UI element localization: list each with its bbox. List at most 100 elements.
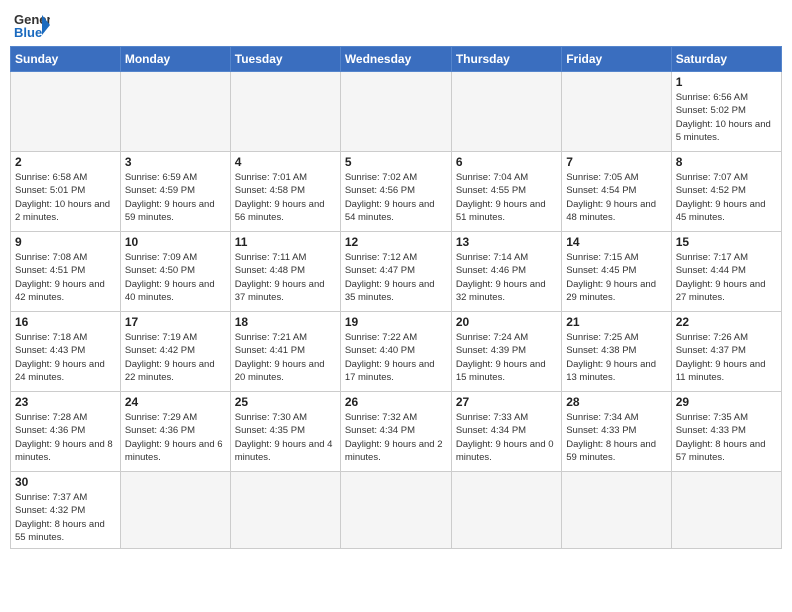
day-number: 18	[235, 315, 336, 329]
day-number: 30	[15, 475, 116, 489]
calendar-cell: 28 Sunrise: 7:34 AM Sunset: 4:33 PM Dayli…	[562, 392, 671, 472]
day-info: Sunrise: 7:08 AM Sunset: 4:51 PM Dayligh…	[15, 251, 116, 304]
page-header: General Blue	[10, 10, 782, 40]
calendar-cell	[562, 72, 671, 152]
calendar-week-1: 1 Sunrise: 6:56 AM Sunset: 5:02 PM Daylig…	[11, 72, 782, 152]
day-info: Sunrise: 7:34 AM Sunset: 4:33 PM Dayligh…	[566, 411, 666, 464]
calendar-cell: 9 Sunrise: 7:08 AM Sunset: 4:51 PM Daylig…	[11, 232, 121, 312]
calendar-cell: 13Sunrise: 7:14 AM Sunset: 4:46 PM Dayli…	[451, 232, 561, 312]
calendar-cell	[11, 72, 121, 152]
day-info: Sunrise: 7:07 AM Sunset: 4:52 PM Dayligh…	[676, 171, 777, 224]
calendar-cell	[340, 472, 451, 549]
calendar-week-6: 30 Sunrise: 7:37 AM Sunset: 4:32 PM Dayli…	[11, 472, 782, 549]
day-number: 22	[676, 315, 777, 329]
day-number: 29	[676, 395, 777, 409]
day-number: 11	[235, 235, 336, 249]
calendar-cell: 30 Sunrise: 7:37 AM Sunset: 4:32 PM Dayli…	[11, 472, 121, 549]
calendar-cell: 25 Sunrise: 7:30 AM Sunset: 4:35 PM Dayli…	[230, 392, 340, 472]
day-number: 4	[235, 155, 336, 169]
day-number: 24	[125, 395, 226, 409]
day-info: Sunrise: 7:04 AM Sunset: 4:55 PM Dayligh…	[456, 171, 557, 224]
calendar-cell: 5 Sunrise: 7:02 AM Sunset: 4:56 PM Daylig…	[340, 152, 451, 232]
day-number: 26	[345, 395, 447, 409]
day-number: 7	[566, 155, 666, 169]
day-info: Sunrise: 7:25 AM Sunset: 4:38 PM Dayligh…	[566, 331, 666, 384]
day-info: Sunrise: 7:22 AM Sunset: 4:40 PM Dayligh…	[345, 331, 447, 384]
calendar-cell	[120, 72, 230, 152]
day-info: Sunrise: 6:56 AM Sunset: 5:02 PM Dayligh…	[676, 91, 777, 144]
calendar-cell: 2Sunrise: 6:58 AM Sunset: 5:01 PM Daylig…	[11, 152, 121, 232]
day-info: Sunrise: 7:32 AM Sunset: 4:34 PM Dayligh…	[345, 411, 447, 464]
calendar-cell: 21Sunrise: 7:25 AM Sunset: 4:38 PM Dayli…	[562, 312, 671, 392]
calendar-cell: 24 Sunrise: 7:29 AM Sunset: 4:36 PM Dayli…	[120, 392, 230, 472]
weekday-header-saturday: Saturday	[671, 47, 781, 72]
day-info: Sunrise: 7:19 AM Sunset: 4:42 PM Dayligh…	[125, 331, 226, 384]
calendar-cell: 8 Sunrise: 7:07 AM Sunset: 4:52 PM Daylig…	[671, 152, 781, 232]
calendar-cell	[340, 72, 451, 152]
day-info: Sunrise: 7:35 AM Sunset: 4:33 PM Dayligh…	[676, 411, 777, 464]
calendar-cell: 14 Sunrise: 7:15 AM Sunset: 4:45 PM Dayli…	[562, 232, 671, 312]
day-number: 9	[15, 235, 116, 249]
day-number: 20	[456, 315, 557, 329]
day-info: Sunrise: 7:02 AM Sunset: 4:56 PM Dayligh…	[345, 171, 447, 224]
weekday-header-tuesday: Tuesday	[230, 47, 340, 72]
calendar-table: SundayMondayTuesdayWednesdayThursdayFrid…	[10, 46, 782, 549]
day-number: 5	[345, 155, 447, 169]
calendar-cell	[562, 472, 671, 549]
day-number: 25	[235, 395, 336, 409]
weekday-header-sunday: Sunday	[11, 47, 121, 72]
day-number: 19	[345, 315, 447, 329]
calendar-week-5: 23Sunrise: 7:28 AM Sunset: 4:36 PM Dayli…	[11, 392, 782, 472]
weekday-header-thursday: Thursday	[451, 47, 561, 72]
weekday-header-monday: Monday	[120, 47, 230, 72]
day-number: 14	[566, 235, 666, 249]
calendar-week-3: 9 Sunrise: 7:08 AM Sunset: 4:51 PM Daylig…	[11, 232, 782, 312]
day-number: 1	[676, 75, 777, 89]
calendar-week-2: 2Sunrise: 6:58 AM Sunset: 5:01 PM Daylig…	[11, 152, 782, 232]
day-info: Sunrise: 7:12 AM Sunset: 4:47 PM Dayligh…	[345, 251, 447, 304]
day-number: 8	[676, 155, 777, 169]
day-info: Sunrise: 7:11 AM Sunset: 4:48 PM Dayligh…	[235, 251, 336, 304]
calendar-cell	[671, 472, 781, 549]
calendar-cell: 23Sunrise: 7:28 AM Sunset: 4:36 PM Dayli…	[11, 392, 121, 472]
calendar-cell: 29 Sunrise: 7:35 AM Sunset: 4:33 PM Dayli…	[671, 392, 781, 472]
calendar-cell	[230, 472, 340, 549]
calendar-cell: 7 Sunrise: 7:05 AM Sunset: 4:54 PM Daylig…	[562, 152, 671, 232]
day-info: Sunrise: 7:01 AM Sunset: 4:58 PM Dayligh…	[235, 171, 336, 224]
calendar-cell: 16Sunrise: 7:18 AM Sunset: 4:43 PM Dayli…	[11, 312, 121, 392]
weekday-header-row: SundayMondayTuesdayWednesdayThursdayFrid…	[11, 47, 782, 72]
calendar-cell: 12Sunrise: 7:12 AM Sunset: 4:47 PM Dayli…	[340, 232, 451, 312]
day-info: Sunrise: 7:33 AM Sunset: 4:34 PM Dayligh…	[456, 411, 557, 464]
logo: General Blue	[14, 10, 50, 40]
day-info: Sunrise: 7:29 AM Sunset: 4:36 PM Dayligh…	[125, 411, 226, 464]
calendar-cell: 27 Sunrise: 7:33 AM Sunset: 4:34 PM Dayli…	[451, 392, 561, 472]
day-number: 15	[676, 235, 777, 249]
day-info: Sunrise: 7:30 AM Sunset: 4:35 PM Dayligh…	[235, 411, 336, 464]
day-number: 27	[456, 395, 557, 409]
day-number: 17	[125, 315, 226, 329]
day-info: Sunrise: 7:37 AM Sunset: 4:32 PM Dayligh…	[15, 491, 116, 544]
calendar-cell: 17 Sunrise: 7:19 AM Sunset: 4:42 PM Dayli…	[120, 312, 230, 392]
day-info: Sunrise: 6:58 AM Sunset: 5:01 PM Dayligh…	[15, 171, 116, 224]
calendar-cell: 15 Sunrise: 7:17 AM Sunset: 4:44 PM Dayli…	[671, 232, 781, 312]
calendar-cell	[120, 472, 230, 549]
day-info: Sunrise: 7:28 AM Sunset: 4:36 PM Dayligh…	[15, 411, 116, 464]
calendar-cell: 26 Sunrise: 7:32 AM Sunset: 4:34 PM Dayli…	[340, 392, 451, 472]
calendar-cell	[230, 72, 340, 152]
day-info: Sunrise: 7:15 AM Sunset: 4:45 PM Dayligh…	[566, 251, 666, 304]
calendar-cell: 4 Sunrise: 7:01 AM Sunset: 4:58 PM Daylig…	[230, 152, 340, 232]
day-number: 13	[456, 235, 557, 249]
day-info: Sunrise: 7:26 AM Sunset: 4:37 PM Dayligh…	[676, 331, 777, 384]
calendar-cell	[451, 72, 561, 152]
day-number: 6	[456, 155, 557, 169]
weekday-header-wednesday: Wednesday	[340, 47, 451, 72]
calendar-cell: 3Sunrise: 6:59 AM Sunset: 4:59 PM Daylig…	[120, 152, 230, 232]
calendar-cell: 1 Sunrise: 6:56 AM Sunset: 5:02 PM Daylig…	[671, 72, 781, 152]
day-number: 28	[566, 395, 666, 409]
day-info: Sunrise: 7:17 AM Sunset: 4:44 PM Dayligh…	[676, 251, 777, 304]
day-info: Sunrise: 6:59 AM Sunset: 4:59 PM Dayligh…	[125, 171, 226, 224]
svg-text:Blue: Blue	[14, 25, 42, 40]
calendar-cell: 6 Sunrise: 7:04 AM Sunset: 4:55 PM Daylig…	[451, 152, 561, 232]
calendar-cell: 19 Sunrise: 7:22 AM Sunset: 4:40 PM Dayli…	[340, 312, 451, 392]
day-info: Sunrise: 7:05 AM Sunset: 4:54 PM Dayligh…	[566, 171, 666, 224]
